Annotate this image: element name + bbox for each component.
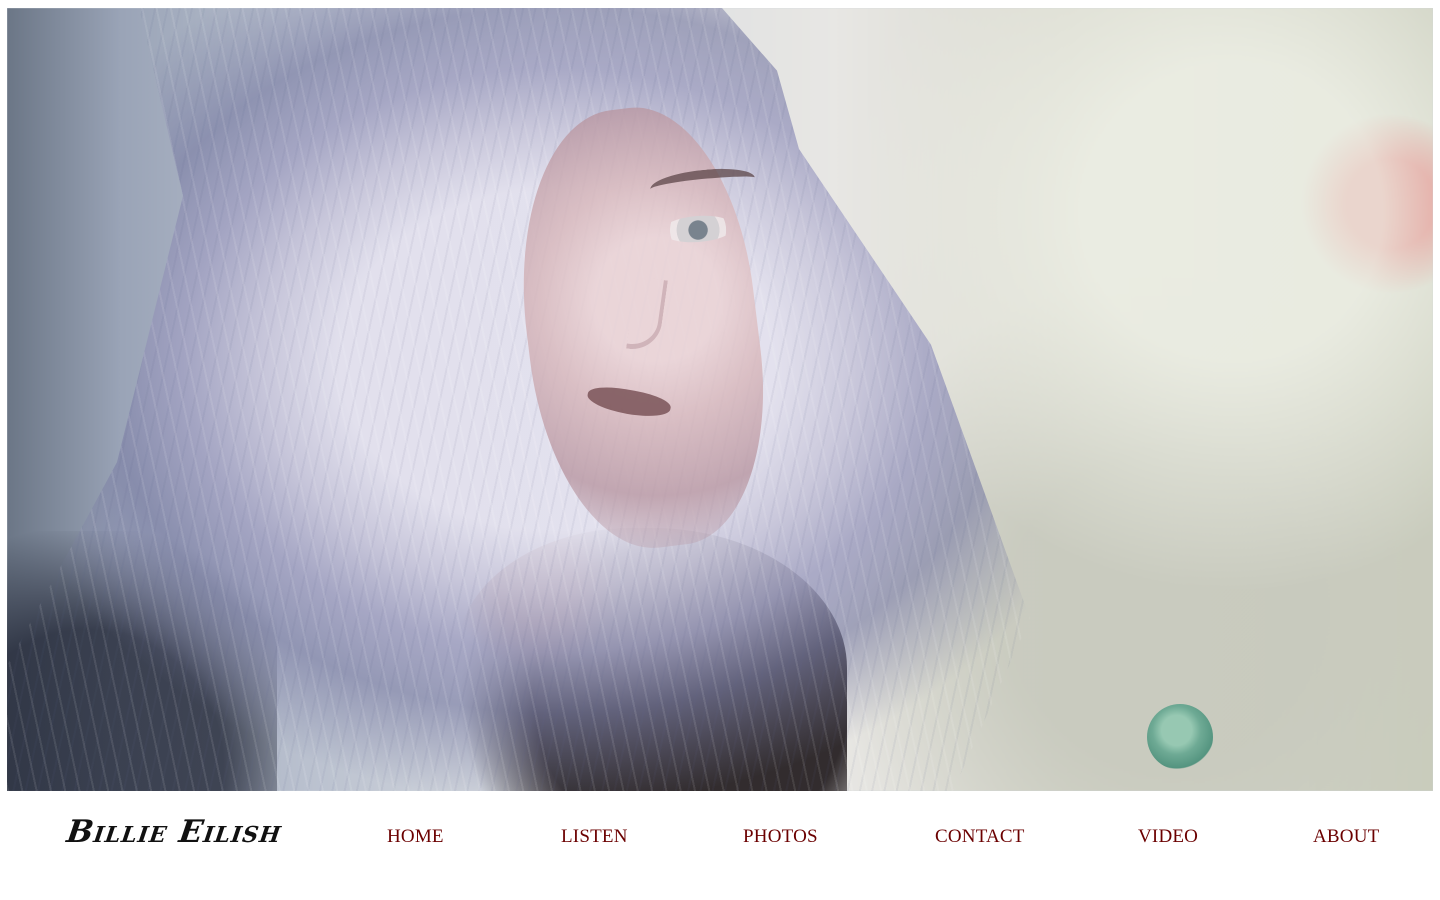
nav-listen-link[interactable]: LISTEN xyxy=(561,825,628,849)
nav-video-link[interactable]: VIDEO xyxy=(1138,825,1198,849)
hero-image xyxy=(7,8,1433,791)
main-navigation: HOME LISTEN PHOTOS CONTACT VIDEO ABOUT xyxy=(0,825,1440,849)
nav-contact-link[interactable]: CONTACT xyxy=(935,825,1025,849)
nav-photos-link[interactable]: PHOTOS xyxy=(743,825,818,849)
background-sign xyxy=(1147,704,1213,770)
nav-about-link[interactable]: ABOUT xyxy=(1313,825,1379,849)
nav-home-link[interactable]: HOME xyxy=(387,825,444,849)
